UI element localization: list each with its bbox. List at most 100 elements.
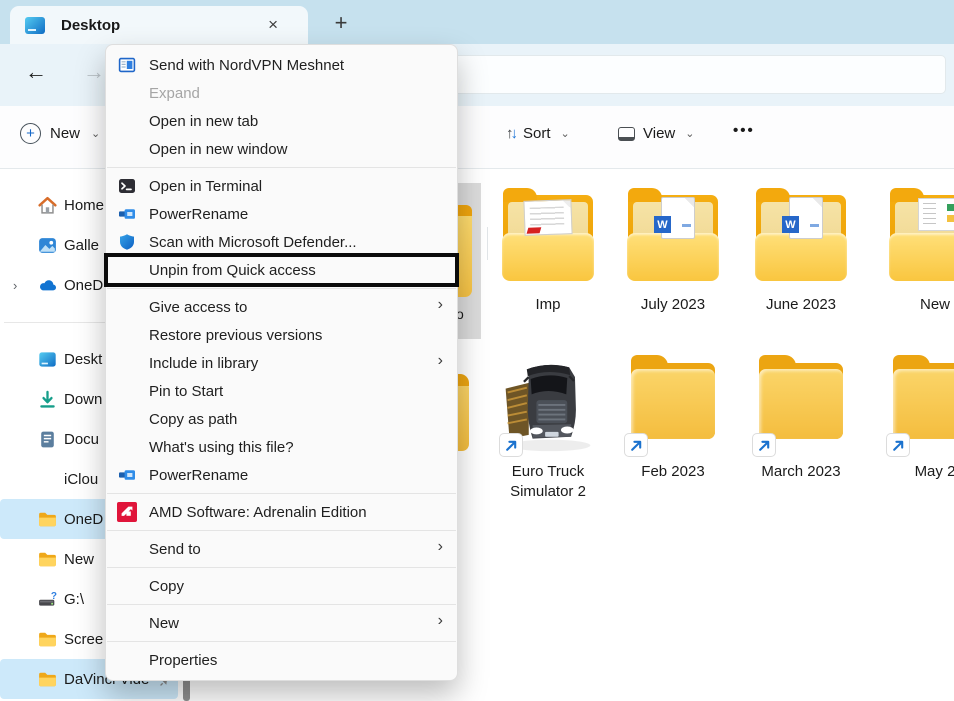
menu-separator: [106, 284, 457, 293]
menu-item-label: Unpin from Quick access: [149, 262, 316, 279]
menu-item-label: Copy as path: [149, 411, 237, 428]
word-document-icon: W: [661, 197, 695, 239]
file-label: May 2: [873, 462, 954, 482]
nordvpn-icon: [117, 55, 137, 75]
menu-item-new[interactable]: New ›: [106, 609, 457, 637]
open-folder-icon: W: [623, 185, 723, 289]
sidebar-item-label: G:\: [64, 591, 84, 608]
file-tile-july-2023[interactable]: W July 2023: [611, 185, 735, 315]
back-button[interactable]: ←: [25, 59, 47, 85]
menu-item-properties[interactable]: Properties: [106, 646, 457, 674]
file-tile-imp[interactable]: Imp: [486, 185, 610, 315]
menu-item-unpin-from-quick-access[interactable]: Unpin from Quick access: [106, 256, 457, 284]
menu-item-pin-to-start[interactable]: Pin to Start: [106, 377, 457, 405]
menu-item-copy[interactable]: Copy: [106, 572, 457, 600]
file-label: Feb 2023: [611, 462, 735, 482]
menu-item-label: PowerRename: [149, 467, 248, 484]
menu-item-open-in-new-window[interactable]: Open in new window: [106, 135, 457, 163]
menu-item-label: Scan with Microsoft Defender...: [149, 234, 357, 251]
file-tile-march-2023[interactable]: March 2023: [739, 352, 863, 482]
file-tile-june-2023[interactable]: WJune 2023: [739, 185, 863, 315]
downloads-icon: [37, 389, 58, 410]
plus-icon: +: [20, 123, 41, 144]
word-document-icon: W: [789, 197, 823, 239]
menu-separator: [106, 163, 457, 172]
file-label: March 2023: [739, 462, 863, 482]
new-tab-button[interactable]: +: [329, 10, 353, 36]
shortcut-arrow-icon: [625, 434, 647, 456]
menu-item-label: Open in Terminal: [149, 178, 262, 195]
file-tile-new[interactable]: New: [873, 185, 954, 315]
file-label: July 2023: [611, 295, 735, 315]
view-button[interactable]: View ⌄: [618, 125, 694, 142]
sidebar-item-label: Home: [64, 197, 104, 214]
see-more-button[interactable]: •••: [733, 122, 755, 139]
menu-item-label: Restore previous versions: [149, 327, 322, 344]
defender-icon: [117, 232, 137, 252]
powerrename-icon: [117, 465, 137, 485]
menu-item-give-access-to[interactable]: Give access to›: [106, 293, 457, 321]
chevron-down-icon: ⌄: [685, 127, 694, 140]
menu-item-label: Properties: [149, 652, 217, 669]
menu-item-open-in-terminal[interactable]: Open in Terminal: [106, 172, 457, 200]
file-tile-may-2[interactable]: May 2: [873, 352, 954, 482]
folder-icon: [885, 352, 954, 456]
open-folder-icon: W: [751, 185, 851, 289]
menu-item-label: Copy: [149, 578, 184, 595]
expand-chevron-icon[interactable]: ›: [13, 278, 17, 293]
folder-icon: [623, 352, 723, 456]
sidebar-item-label: New: [64, 551, 94, 568]
menu-item-amd-software-adrenalin-edition[interactable]: AMD Software: Adrenalin Edition: [106, 498, 457, 526]
menu-separator: [106, 600, 457, 609]
menu-separator: [106, 637, 457, 646]
truck-thumbnail-icon: [498, 352, 598, 456]
sidebar-item-label: Down: [64, 391, 102, 408]
tab-close-icon[interactable]: ×: [268, 15, 278, 35]
onedrive-icon: [37, 275, 58, 296]
sidebar-item-label: OneD: [64, 277, 103, 294]
folder-icon: [751, 352, 851, 456]
menu-item-label: Give access to: [149, 299, 247, 316]
shortcut-arrow-icon: [500, 434, 522, 456]
menu-item-label: Send with NordVPN Meshnet: [149, 57, 344, 74]
file-tile-euro-truck-simulator-2[interactable]: Euro Truck Simulator 2: [486, 352, 610, 502]
tab-desktop[interactable]: Desktop ×: [10, 6, 308, 44]
shortcut-arrow-icon: [753, 434, 775, 456]
menu-item-what-s-using-this-file[interactable]: What's using this file?: [106, 433, 457, 461]
sort-button[interactable]: ↑↓ Sort ⌄: [506, 125, 570, 142]
menu-item-scan-with-microsoft-defender[interactable]: Scan with Microsoft Defender...: [106, 228, 457, 256]
menu-item-label: Open in new window: [149, 141, 287, 158]
new-button[interactable]: + New ⌄: [20, 123, 100, 144]
tab-bar: Desktop × +: [0, 0, 954, 44]
file-label: New: [873, 295, 954, 315]
menu-separator: [106, 489, 457, 498]
drive-icon: ?: [37, 589, 58, 610]
sidebar-item-label: iClou: [64, 471, 98, 488]
sidebar-item-label: Scree: [64, 631, 103, 648]
menu-separator: [106, 526, 457, 535]
file-tile-feb-2023[interactable]: Feb 2023: [611, 352, 735, 482]
menu-item-powerrename[interactable]: PowerRename: [106, 461, 457, 489]
menu-item-open-in-new-tab[interactable]: Open in new tab: [106, 107, 457, 135]
amd-icon: [117, 502, 137, 522]
menu-separator: [106, 563, 457, 572]
menu-item-send-with-nordvpn-meshnet[interactable]: Send with NordVPN Meshnet: [106, 51, 457, 79]
desktop-tab-icon: [25, 17, 45, 34]
menu-item-label: PowerRename: [149, 206, 248, 223]
submenu-chevron-icon: ›: [438, 612, 443, 630]
menu-item-include-in-library[interactable]: Include in library›: [106, 349, 457, 377]
icloud-icon: [37, 469, 58, 490]
menu-item-copy-as-path[interactable]: Copy as path: [106, 405, 457, 433]
menu-item-send-to[interactable]: Send to›: [106, 535, 457, 563]
folder-icon: [37, 629, 58, 650]
submenu-chevron-icon: ›: [438, 352, 443, 370]
documents-icon: [37, 429, 58, 450]
file-explorer-window: Desktop × + ← → + New ⌄ ↑↓ Sort ⌄ View ⌄…: [0, 0, 954, 701]
menu-item-label: New: [149, 615, 179, 632]
menu-item-powerrename[interactable]: PowerRename: [106, 200, 457, 228]
tab-title: Desktop: [61, 17, 120, 34]
menu-item-restore-previous-versions[interactable]: Restore previous versions: [106, 321, 457, 349]
folder-icon: [37, 509, 58, 530]
menu-item-label: AMD Software: Adrenalin Edition: [149, 504, 367, 521]
menu-item-label: Expand: [149, 85, 200, 102]
